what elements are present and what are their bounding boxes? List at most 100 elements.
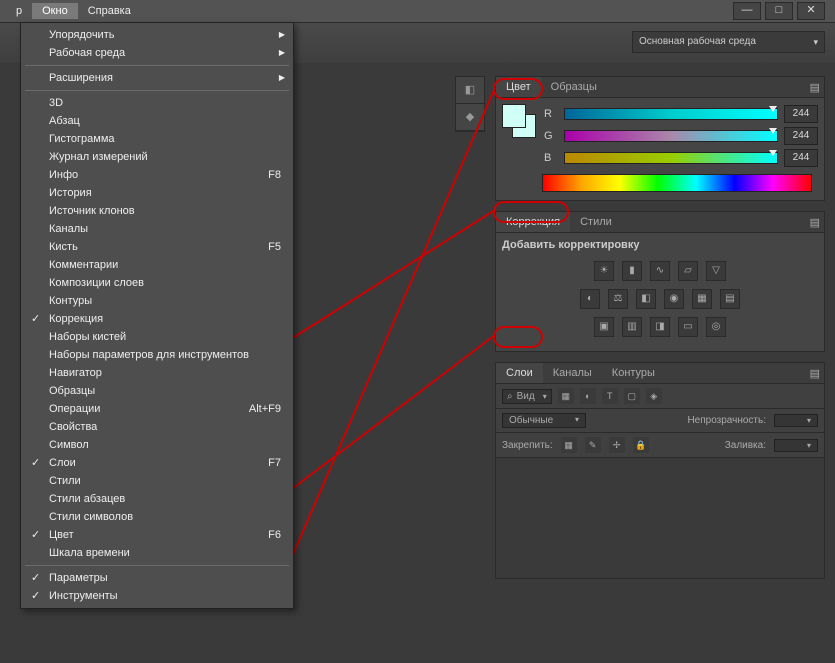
opacity-field[interactable] — [774, 414, 818, 427]
menu-clone-source[interactable]: Источник клонов — [21, 202, 293, 220]
panel-options-icon[interactable]: ▤ — [810, 216, 820, 229]
levels-icon[interactable]: ▮ — [622, 261, 642, 281]
menu-item-prev[interactable]: р — [6, 3, 32, 19]
collapsed-panel-dock: ◧ ◆ — [455, 76, 485, 132]
menu-brush[interactable]: КистьF5 — [21, 238, 293, 256]
workspace-selector[interactable]: Основная рабочая среда — [632, 31, 825, 53]
filter-smart-icon[interactable]: ◈ — [646, 388, 662, 404]
menu-histogram[interactable]: Гистограмма — [21, 130, 293, 148]
menu-notes[interactable]: Комментарии — [21, 256, 293, 274]
menu-channels[interactable]: Каналы — [21, 220, 293, 238]
layers-panel: Слои Каналы Контуры ▤ ⌕ Вид ▦ ◐ T ▢ ◈ Об… — [495, 362, 825, 579]
menu-history[interactable]: История — [21, 184, 293, 202]
balance-icon[interactable]: ⚖ — [608, 289, 628, 309]
title-bar: р Окно Справка — □ ✕ — [0, 0, 835, 23]
filter-pixel-icon[interactable]: ▦ — [558, 388, 574, 404]
app-window: р Окно Справка — □ ✕ Основная рабочая ср… — [0, 0, 835, 663]
value-g[interactable]: 244 — [784, 127, 818, 145]
menu-measurement-log[interactable]: Журнал измерений — [21, 148, 293, 166]
menu-adjustments[interactable]: Коррекция — [21, 310, 293, 328]
menu-paragraph[interactable]: Абзац — [21, 112, 293, 130]
tab-paths[interactable]: Контуры — [602, 363, 665, 383]
curves-icon[interactable]: ∿ — [650, 261, 670, 281]
menu-character-styles[interactable]: Стили символов — [21, 508, 293, 526]
menu-tools[interactable]: Инструменты — [21, 587, 293, 605]
menu-extensions[interactable]: Расширения — [21, 69, 293, 87]
menu-info[interactable]: ИнфоF8 — [21, 166, 293, 184]
gradient-map-icon[interactable]: ▭ — [678, 317, 698, 337]
slider-g[interactable] — [564, 130, 778, 142]
mixer-icon[interactable]: ▦ — [692, 289, 712, 309]
adjustments-panel: Коррекция Стили ▤ Добавить корректировку… — [495, 211, 825, 352]
panel-options-icon[interactable]: ▤ — [810, 367, 820, 380]
threshold-icon[interactable]: ◨ — [650, 317, 670, 337]
blend-mode-select[interactable]: Обычные — [502, 413, 586, 428]
exposure-icon[interactable]: ▱ — [678, 261, 698, 281]
tab-color[interactable]: Цвет — [496, 77, 541, 97]
lock-transparent-icon[interactable]: ▦ — [561, 437, 577, 453]
menu-options[interactable]: Параметры — [21, 569, 293, 587]
menu-3d[interactable]: 3D — [21, 94, 293, 112]
label-g: G — [544, 130, 558, 142]
lookup-icon[interactable]: ▤ — [720, 289, 740, 309]
menu-navigator[interactable]: Навигатор — [21, 364, 293, 382]
menu-bar: р Окно Справка — [6, 2, 141, 20]
menu-actions[interactable]: ОперацииAlt+F9 — [21, 400, 293, 418]
foreground-color-swatch[interactable] — [502, 104, 526, 128]
menu-arrange[interactable]: Упорядочить — [21, 26, 293, 44]
spectrum-bar[interactable] — [542, 174, 812, 192]
menu-character[interactable]: Символ — [21, 436, 293, 454]
tab-channels[interactable]: Каналы — [543, 363, 602, 383]
posterize-icon[interactable]: ▥ — [622, 317, 642, 337]
lock-all-icon[interactable]: 🔒 — [633, 437, 649, 453]
lock-position-icon[interactable]: ✢ — [609, 437, 625, 453]
filter-shape-icon[interactable]: ▢ — [624, 388, 640, 404]
menu-brush-presets[interactable]: Наборы кистей — [21, 328, 293, 346]
fill-field[interactable] — [774, 439, 818, 452]
vibrance-icon[interactable]: ▽ — [706, 261, 726, 281]
menu-layer-comps[interactable]: Композиции слоев — [21, 274, 293, 292]
close-button[interactable]: ✕ — [797, 2, 825, 20]
panel-options-icon[interactable]: ▤ — [810, 81, 820, 94]
menu-tool-presets[interactable]: Наборы параметров для инструментов — [21, 346, 293, 364]
window-menu-dropdown: Упорядочить Рабочая среда Расширения 3D … — [20, 22, 294, 609]
fill-label: Заливка: — [725, 440, 766, 451]
opacity-label: Непрозрачность: — [687, 415, 766, 426]
tab-swatches[interactable]: Образцы — [541, 77, 607, 97]
slider-b[interactable] — [564, 152, 778, 164]
menu-paths[interactable]: Контуры — [21, 292, 293, 310]
menu-paragraph-styles[interactable]: Стили абзацев — [21, 490, 293, 508]
dock-icon[interactable]: ◆ — [456, 104, 484, 131]
photo-filter-icon[interactable]: ◉ — [664, 289, 684, 309]
menu-workspace[interactable]: Рабочая среда — [21, 44, 293, 62]
menu-properties[interactable]: Свойства — [21, 418, 293, 436]
selective-color-icon[interactable]: ◎ — [706, 317, 726, 337]
tab-styles[interactable]: Стили — [570, 212, 622, 232]
menu-timeline[interactable]: Шкала времени — [21, 544, 293, 562]
layers-list[interactable] — [496, 458, 824, 578]
foreground-background-swatch[interactable] — [502, 104, 536, 138]
filter-adjustment-icon[interactable]: ◐ — [580, 388, 596, 404]
value-r[interactable]: 244 — [784, 105, 818, 123]
brightness-icon[interactable]: ☀ — [594, 261, 614, 281]
menu-color[interactable]: ЦветF6 — [21, 526, 293, 544]
menu-item-help[interactable]: Справка — [78, 3, 141, 19]
lock-pixels-icon[interactable]: ✎ — [585, 437, 601, 453]
tab-adjustments[interactable]: Коррекция — [496, 212, 570, 232]
layer-filter-select[interactable]: ⌕ Вид — [502, 389, 552, 404]
dock-icon[interactable]: ◧ — [456, 77, 484, 104]
menu-swatches[interactable]: Образцы — [21, 382, 293, 400]
minimize-button[interactable]: — — [733, 2, 761, 20]
hue-icon[interactable]: ◐ — [580, 289, 600, 309]
tab-layers[interactable]: Слои — [496, 363, 543, 383]
maximize-button[interactable]: □ — [765, 2, 793, 20]
invert-icon[interactable]: ▣ — [594, 317, 614, 337]
filter-type-icon[interactable]: T — [602, 388, 618, 404]
menu-styles[interactable]: Стили — [21, 472, 293, 490]
menu-layers[interactable]: СлоиF7 — [21, 454, 293, 472]
slider-r[interactable] — [564, 108, 778, 120]
menu-item-window[interactable]: Окно — [32, 3, 78, 19]
bw-icon[interactable]: ◧ — [636, 289, 656, 309]
value-b[interactable]: 244 — [784, 149, 818, 167]
label-b: B — [544, 152, 558, 164]
